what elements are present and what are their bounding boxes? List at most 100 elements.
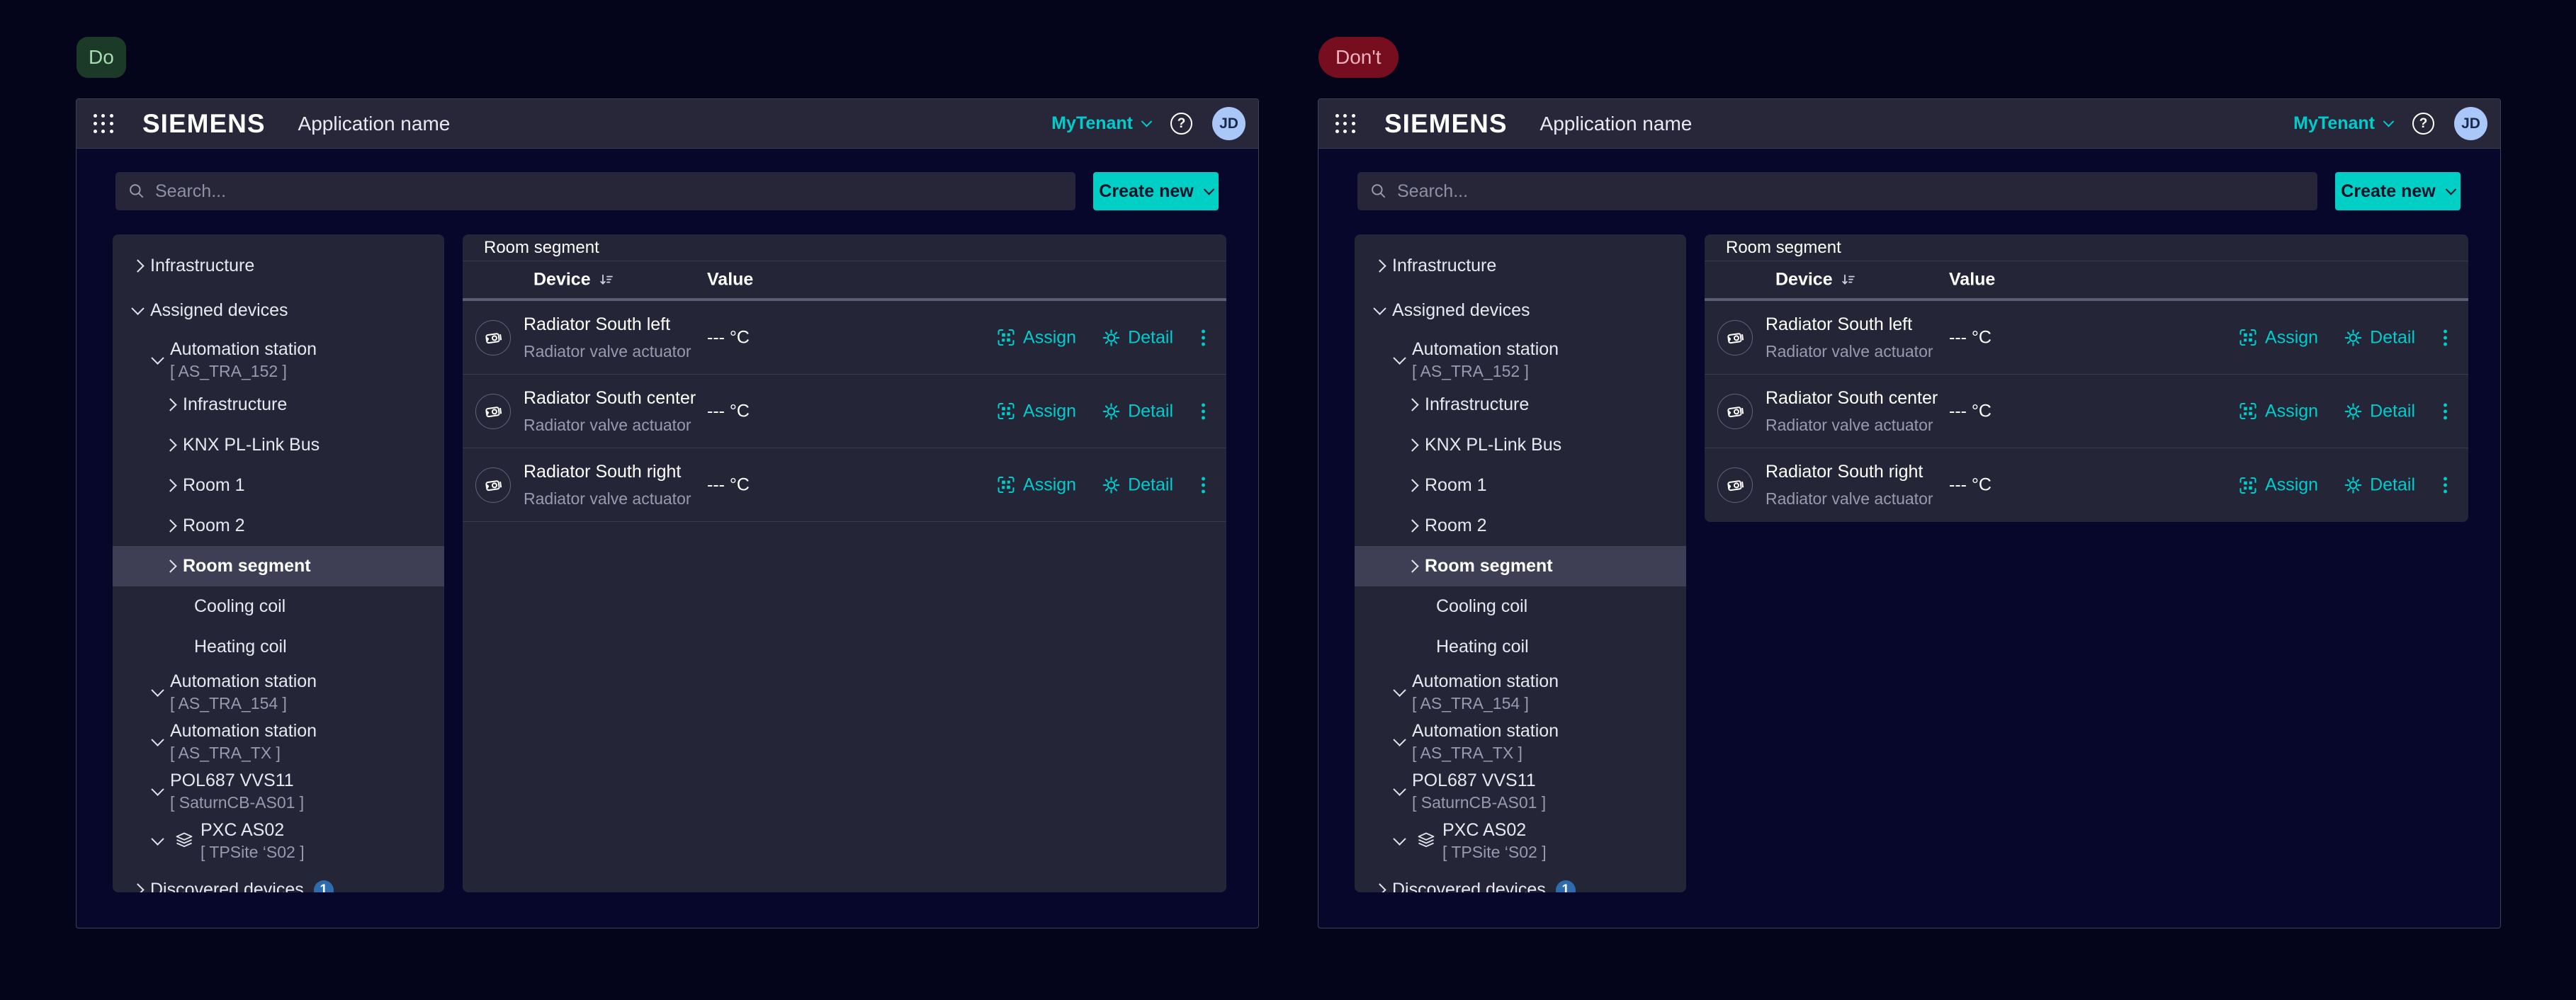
qr-scan-icon	[2238, 475, 2258, 495]
sort-descending-icon	[1840, 271, 1857, 288]
tree-item-label: Assigned devices	[150, 300, 288, 321]
tree-item[interactable]: Automation station [ AS_TRA_152 ]	[1355, 335, 1686, 385]
avatar[interactable]: JD	[2454, 107, 2487, 140]
tree-item[interactable]: Room segment	[1355, 546, 1686, 586]
kebab-menu-icon[interactable]	[2441, 400, 2450, 422]
tree-chevron-icon	[1406, 438, 1418, 451]
tree-item[interactable]: Room 1	[113, 465, 444, 506]
device-name: Radiator South left	[1766, 314, 1933, 335]
tree-item[interactable]: POL687 VVS11 [ SaturnCB-AS01 ]	[113, 766, 444, 816]
kebab-menu-icon[interactable]	[1199, 400, 1208, 422]
column-device[interactable]: Device	[533, 270, 615, 290]
kebab-menu-icon[interactable]	[2441, 326, 2450, 348]
tree-item[interactable]: Cooling coil	[1355, 586, 1686, 627]
detail-button[interactable]: Detail	[1102, 475, 1173, 495]
column-device[interactable]: Device	[1775, 270, 1857, 290]
tree-item[interactable]: Automation station [ AS_TRA_154 ]	[1355, 667, 1686, 717]
qr-scan-icon	[996, 475, 1016, 495]
detail-button[interactable]: Detail	[2344, 475, 2415, 496]
app-launcher-icon[interactable]	[91, 112, 115, 136]
tree-item[interactable]: Infrastructure	[113, 385, 444, 425]
search-input[interactable]: Search...	[1357, 172, 2317, 210]
device-tree: Infrastructure Assigned devices	[1355, 234, 1686, 892]
tree-chevron-icon	[1393, 832, 1406, 845]
assign-button[interactable]: Assign	[996, 401, 1076, 421]
search-input[interactable]: Search...	[115, 172, 1075, 210]
tree-chevron-icon	[151, 351, 164, 364]
toolbar: Search... Create new	[115, 172, 1219, 210]
tree-chevron-icon	[1406, 519, 1418, 532]
tree-item[interactable]: Room 2	[1355, 506, 1686, 546]
device-row: Radiator South left Radiator valve actua…	[463, 301, 1226, 375]
create-new-button[interactable]: Create new	[1093, 172, 1219, 210]
tenant-menu[interactable]: MyTenant	[1051, 113, 1151, 134]
kebab-menu-icon[interactable]	[2441, 475, 2450, 496]
tree-item-label: Infrastructure	[1425, 394, 1529, 415]
tree-item[interactable]: Room 2	[113, 506, 444, 546]
tree-item-subtitle: [ TPSite ‘S02 ]	[200, 843, 305, 861]
avatar[interactable]: JD	[1212, 107, 1245, 140]
tree-item[interactable]: Automation station [ AS_TRA_154 ]	[113, 667, 444, 717]
detail-button[interactable]: Detail	[1102, 401, 1173, 421]
tree-item[interactable]: Heating coil	[1355, 627, 1686, 667]
column-value[interactable]: Value	[707, 270, 753, 290]
header-actions: MyTenant ? JD	[1051, 107, 1245, 140]
tree-item[interactable]: Automation station [ AS_TRA_TX ]	[113, 717, 444, 766]
tree-item[interactable]: Cooling coil	[113, 586, 444, 627]
tree-item-label: Cooling coil	[194, 596, 286, 617]
assign-button[interactable]: Assign	[996, 327, 1076, 348]
tree-item[interactable]: Room 1	[1355, 465, 1686, 506]
help-icon[interactable]: ?	[1170, 113, 1192, 135]
assign-button[interactable]: Assign	[2238, 475, 2318, 496]
tree-item[interactable]: PXC AS02 [ TPSite ‘S02 ]	[1355, 816, 1686, 865]
gear-icon	[1102, 328, 1121, 347]
tree-item[interactable]: Discovered devices 1	[113, 870, 444, 892]
tree-item[interactable]: Automation station [ AS_TRA_152 ]	[113, 335, 444, 385]
device-value: --- °C	[1949, 327, 1992, 348]
radiator-valve-icon	[1717, 467, 1753, 503]
radiator-valve-icon	[475, 394, 511, 429]
tree-item[interactable]: Assigned devices	[1355, 290, 1686, 331]
tree-item-label: POL687 VVS11	[170, 771, 304, 791]
search-icon	[128, 182, 146, 200]
create-new-button[interactable]: Create new	[2335, 172, 2461, 210]
tree-item[interactable]: Heating coil	[113, 627, 444, 667]
assign-button[interactable]: Assign	[2238, 401, 2318, 421]
tree-item[interactable]: Discovered devices 1	[1355, 870, 1686, 892]
app-launcher-icon[interactable]	[1333, 112, 1357, 136]
column-value[interactable]: Value	[1949, 270, 1995, 290]
detail-button[interactable]: Detail	[1102, 327, 1173, 348]
room-segment-panel: Room segment Device Value	[1705, 234, 2468, 522]
kebab-menu-icon[interactable]	[1199, 474, 1208, 496]
tree-item[interactable]: Assigned devices	[113, 290, 444, 331]
detail-button[interactable]: Detail	[2344, 401, 2415, 421]
chevron-down-icon	[2445, 183, 2456, 195]
tree-item[interactable]: Infrastructure	[1355, 246, 1686, 286]
tree-item-label: Room 2	[183, 516, 245, 536]
device-type: Radiator valve actuator	[524, 342, 691, 361]
device-row: Radiator South center Radiator valve act…	[463, 375, 1226, 448]
tree-item[interactable]: KNX PL-Link Bus	[1355, 425, 1686, 465]
tenant-label: MyTenant	[1051, 113, 1133, 134]
app-title: Application name	[298, 113, 451, 135]
tree-item-subtitle: [ AS_TRA_TX ]	[1412, 744, 1559, 762]
tree-item[interactable]: Infrastructure	[113, 246, 444, 286]
assign-button[interactable]: Assign	[996, 475, 1076, 495]
tree-item[interactable]: Room segment	[113, 546, 444, 586]
tree-item[interactable]: KNX PL-Link Bus	[113, 425, 444, 465]
device-value: --- °C	[707, 475, 750, 495]
tree-item[interactable]: Infrastructure	[1355, 385, 1686, 425]
tree-item[interactable]: POL687 VVS11 [ SaturnCB-AS01 ]	[1355, 766, 1686, 816]
room-segment-panel: Room segment Device Value	[463, 234, 1226, 892]
assign-button[interactable]: Assign	[2238, 327, 2318, 348]
tenant-menu[interactable]: MyTenant	[2293, 113, 2393, 134]
detail-button[interactable]: Detail	[2344, 327, 2415, 348]
example-scene: Do SIEMENS Application name MyTenant ? J…	[76, 37, 1260, 78]
device-row: Radiator South center Radiator valve act…	[1705, 375, 2468, 448]
help-icon[interactable]: ?	[2412, 113, 2434, 135]
kebab-menu-icon[interactable]	[1199, 326, 1208, 348]
device-name: Radiator South left	[524, 314, 691, 335]
qr-scan-icon	[996, 402, 1016, 421]
tree-item[interactable]: Automation station [ AS_TRA_TX ]	[1355, 717, 1686, 766]
tree-item[interactable]: PXC AS02 [ TPSite ‘S02 ]	[113, 816, 444, 865]
